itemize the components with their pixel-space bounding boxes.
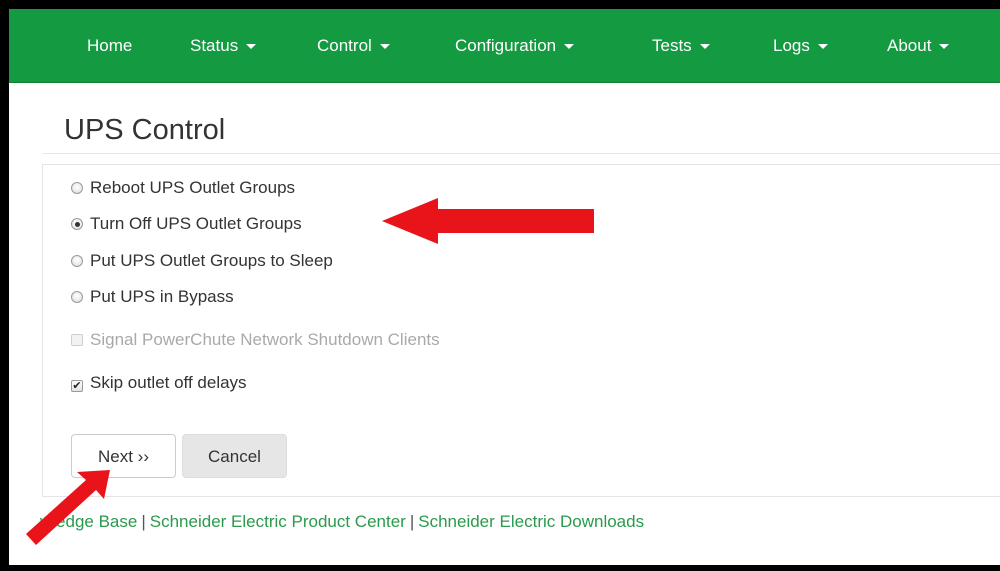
page-title: UPS Control	[64, 114, 226, 146]
next-button[interactable]: Next ››	[71, 434, 176, 478]
nav-logs-label: Logs	[773, 36, 810, 55]
checkbox-signal-powerchute	[71, 334, 83, 346]
nav-about-label: About	[887, 36, 932, 55]
footer-link-downloads[interactable]: Schneider Electric Downloads	[418, 512, 644, 531]
option-skip-outlet-off-delays[interactable]: ✔ Skip outlet off delays	[71, 373, 247, 393]
option-label: Signal PowerChute Network Shutdown Clien…	[90, 330, 440, 349]
chevron-down-icon	[817, 44, 828, 50]
option-label: Put UPS Outlet Groups to Sleep	[90, 251, 333, 270]
radio-bypass[interactable]	[71, 291, 83, 303]
footer-link-knowledge-base[interactable]: wledge Base	[40, 512, 137, 531]
option-sleep-outlet-groups[interactable]: Put UPS Outlet Groups to Sleep	[71, 251, 333, 271]
nav-control-label: Control	[317, 36, 372, 55]
radio-turn-off[interactable]	[71, 218, 83, 230]
option-label: Skip outlet off delays	[90, 373, 247, 392]
footer-link-product-center[interactable]: Schneider Electric Product Center	[150, 512, 406, 531]
nav-control[interactable]: Control	[317, 9, 390, 82]
nav-configuration-label: Configuration	[455, 36, 557, 55]
chevron-down-icon	[699, 44, 710, 50]
nav-status-label: Status	[190, 36, 239, 55]
cancel-button[interactable]: Cancel	[182, 434, 287, 478]
footer-separator: |	[409, 512, 415, 531]
option-signal-powerchute: Signal PowerChute Network Shutdown Clien…	[71, 330, 440, 350]
footer-links: wledge Base | Schneider Electric Product C…	[40, 512, 644, 532]
radio-reboot[interactable]	[71, 182, 83, 194]
top-navbar: Home Status Control Configuration Tests …	[9, 9, 1000, 83]
option-bypass[interactable]: Put UPS in Bypass	[71, 287, 234, 307]
title-divider	[42, 153, 1000, 154]
chevron-down-icon	[939, 44, 950, 50]
nav-home[interactable]: Home	[87, 9, 132, 82]
footer-separator: |	[141, 512, 146, 531]
chevron-down-icon	[246, 44, 257, 50]
chevron-down-icon	[379, 44, 390, 50]
option-turn-off-outlet-groups[interactable]: Turn Off UPS Outlet Groups	[71, 214, 302, 234]
option-reboot-outlet-groups[interactable]: Reboot UPS Outlet Groups	[71, 178, 295, 198]
checkbox-skip-delays[interactable]: ✔	[71, 380, 83, 392]
nav-about[interactable]: About	[887, 9, 950, 82]
nav-status[interactable]: Status	[190, 9, 257, 82]
nav-tests-label: Tests	[652, 36, 692, 55]
chevron-down-icon	[564, 44, 575, 50]
option-label: Put UPS in Bypass	[90, 287, 234, 306]
nav-configuration[interactable]: Configuration	[455, 9, 575, 82]
nav-tests[interactable]: Tests	[652, 9, 710, 82]
option-label: Reboot UPS Outlet Groups	[90, 178, 296, 197]
radio-sleep[interactable]	[71, 255, 83, 267]
nav-home-label: Home	[87, 36, 133, 55]
option-label: Turn Off UPS Outlet Groups	[90, 214, 302, 233]
nav-logs[interactable]: Logs	[773, 9, 828, 82]
